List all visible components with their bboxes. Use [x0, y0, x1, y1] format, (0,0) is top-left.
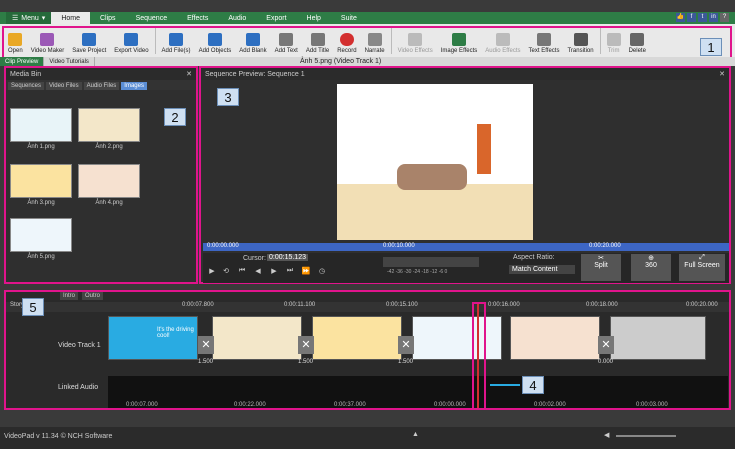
status-bar: VideoPad v 11.34 © NCH Software ▲ ◀ — [0, 427, 735, 449]
clip-1[interactable]: It's the driving cool! — [108, 316, 198, 360]
twitter-icon[interactable]: t — [698, 13, 707, 22]
selected-clip-name: Ảnh 5.png (Video Track 1) — [300, 58, 382, 65]
menu-button[interactable]: ☰ Menu ▾ — [6, 12, 52, 24]
media-bin-header: Media Bin ✕ — [6, 68, 196, 80]
tab-video-files[interactable]: Video Files — [46, 82, 82, 90]
tab-export[interactable]: Export — [256, 12, 296, 24]
preview-car — [397, 164, 467, 190]
callout-4: 4 — [522, 376, 544, 394]
media-thumb-4[interactable] — [78, 164, 140, 198]
tab-outro[interactable]: Outro — [82, 292, 104, 300]
subtab-bar: Clip Preview Video Tutorials Ảnh 5.png (… — [0, 57, 735, 66]
linked-audio-track[interactable]: 0:00:07.000 0:00:22.000 0:00:37.000 0:00… — [108, 376, 728, 408]
clip-2[interactable] — [212, 316, 302, 360]
arrow-icon — [490, 384, 520, 386]
timeline-panel: Intro Outro Storyboard 0:00:07.800 0:00:… — [4, 290, 731, 410]
timeline-ruler[interactable]: Storyboard 0:00:07.800 0:00:11.100 0:00:… — [6, 302, 729, 312]
social-icons: 👍 f t in? — [676, 13, 729, 22]
preview-person — [477, 124, 491, 174]
tab-audio-files[interactable]: Audio Files — [83, 82, 120, 90]
tab-intro[interactable]: Intro — [60, 292, 79, 300]
menu-bar: ☰ Menu ▾ Home Clips Sequence Effects Audio… — [0, 12, 735, 24]
callout-5: 5 — [22, 298, 44, 316]
sequence-preview-panel: Sequence Preview: Sequence 1 ✕ 3 0:00:00.… — [199, 66, 731, 284]
fullscreen-button[interactable]: ⤢ Full Screen — [679, 254, 725, 281]
audio-track-label: Linked Audio — [58, 384, 99, 391]
facebook-icon[interactable]: f — [687, 13, 696, 22]
media-label-3: Ảnh 3.png — [27, 200, 55, 206]
transition-icon[interactable]: ✕ — [398, 336, 414, 354]
close-icon[interactable]: ✕ — [186, 70, 192, 78]
tab-clips[interactable]: Clips — [90, 12, 126, 24]
tab-help[interactable]: Help — [297, 12, 331, 24]
globe-icon: ⊕ — [648, 255, 654, 262]
hamburger-icon: ☰ — [12, 15, 19, 22]
transition-icon[interactable]: ✕ — [598, 336, 614, 354]
tab-sequences[interactable]: Sequences — [8, 82, 45, 90]
callout-2: 2 — [164, 108, 186, 126]
tab-suite[interactable]: Suite — [331, 12, 367, 24]
media-thumb-5[interactable] — [10, 218, 72, 252]
volume-icon[interactable]: ◀ — [604, 431, 609, 439]
chevron-down-icon: ▾ — [41, 15, 46, 22]
tab-effects[interactable]: Effects — [177, 12, 218, 24]
transition-icon[interactable]: ✕ — [298, 336, 314, 354]
media-bin-tabs: Sequences Video Files Audio Files Images — [6, 80, 196, 90]
play-icon[interactable]: ▶ — [207, 267, 217, 277]
expand-icon: ⤢ — [699, 254, 705, 261]
preview-header: Sequence Preview: Sequence 1 ✕ — [201, 68, 729, 80]
media-label-4: Ảnh 4.png — [95, 200, 123, 206]
next-frame-icon[interactable]: ▶ — [269, 267, 279, 277]
fast-forward-icon[interactable]: ⏩ — [301, 267, 311, 277]
media-bin-panel: Media Bin ✕ Sequences Video Files Audio F… — [4, 66, 198, 284]
tab-images[interactable]: Images — [121, 82, 147, 90]
help-icon[interactable]: ? — [720, 13, 729, 22]
preview-canvas[interactable] — [337, 84, 533, 240]
media-label-5: Ảnh 5.png — [27, 254, 55, 260]
app-window: ☰ Menu ▾ Home Clips Sequence Effects Audio… — [0, 0, 735, 449]
expand-up-icon[interactable]: ▲ — [412, 431, 419, 438]
tab-home[interactable]: Home — [51, 12, 90, 24]
volume-slider[interactable] — [616, 435, 676, 437]
cursor-time[interactable]: 0:00:15.123 — [267, 254, 308, 261]
preview-scrubber[interactable]: 0:00:00.000 0:00:10.000 0:00:20.000 — [203, 243, 729, 251]
media-label-1: Ảnh 1.png — [27, 144, 55, 150]
clip-4[interactable] — [412, 316, 502, 360]
media-thumb-3[interactable] — [10, 164, 72, 198]
media-thumb-1[interactable] — [10, 108, 72, 142]
skip-end-icon[interactable]: ⏭ — [285, 267, 295, 277]
tab-video-tutorials[interactable]: Video Tutorials — [44, 57, 95, 66]
media-thumb-2[interactable] — [78, 108, 140, 142]
split-button[interactable]: ✂ Split — [581, 254, 621, 281]
callout-3: 3 — [217, 88, 239, 106]
clip-6[interactable] — [610, 316, 706, 360]
playhead-highlight — [472, 302, 486, 410]
sequence-tabs: Intro Outro — [60, 292, 104, 300]
video-track-label: Video Track 1 — [58, 342, 101, 349]
transition-icon[interactable]: ✕ — [198, 336, 214, 354]
linkedin-icon[interactable]: in — [709, 13, 718, 22]
tab-clip-preview[interactable]: Clip Preview — [0, 57, 45, 66]
like-icon[interactable]: 👍 — [676, 13, 685, 22]
audio-meter — [383, 257, 479, 267]
prev-frame-icon[interactable]: ◀ — [253, 267, 263, 277]
clock-icon[interactable]: ◷ — [317, 267, 327, 277]
clip-3[interactable] — [312, 316, 402, 360]
playback-controls: Cursor: 0:00:15.123 ▶ ⟲ ⏮ ◀ ▶ ⏭ ⏩ ◷ -42 … — [203, 253, 729, 283]
scissors-icon: ✂ — [598, 255, 604, 262]
media-label-2: Ảnh 2.png — [95, 144, 123, 150]
tab-sequence[interactable]: Sequence — [126, 12, 178, 24]
loop-icon[interactable]: ⟲ — [221, 267, 231, 277]
clip-5[interactable] — [510, 316, 600, 360]
playhead[interactable] — [477, 304, 479, 408]
skip-start-icon[interactable]: ⏮ — [237, 267, 247, 277]
360-button[interactable]: ⊕ 360 — [631, 254, 671, 281]
preview-sand — [337, 184, 533, 240]
tab-audio[interactable]: Audio — [218, 12, 256, 24]
aspect-select[interactable]: Match Content — [509, 265, 575, 274]
close-icon[interactable]: ✕ — [719, 70, 725, 78]
